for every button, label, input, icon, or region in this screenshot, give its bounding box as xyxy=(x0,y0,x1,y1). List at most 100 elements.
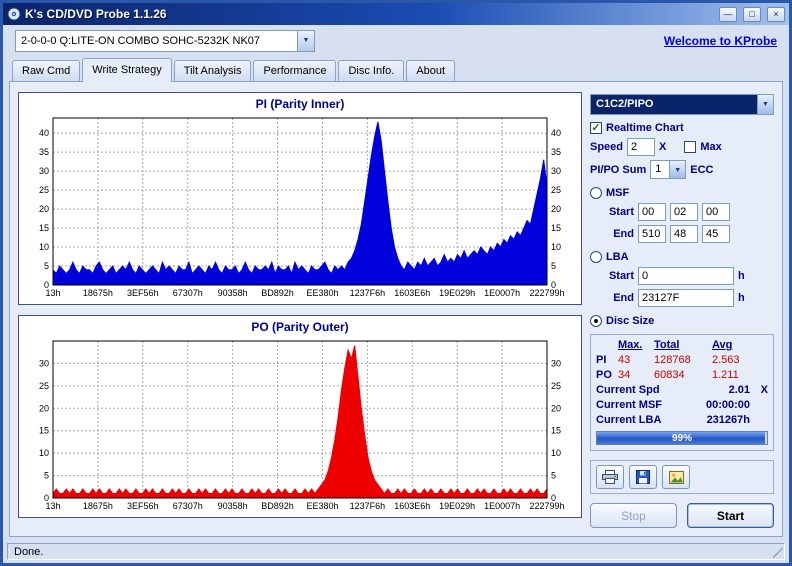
realtime-chart-row: ✓ Realtime Chart xyxy=(590,122,774,134)
run-button-row: Stop Start xyxy=(590,503,774,528)
lba-start-unit: h xyxy=(738,270,745,282)
svg-text:1603E6h: 1603E6h xyxy=(394,288,430,298)
export-image-button[interactable] xyxy=(662,465,690,489)
svg-text:90358h: 90358h xyxy=(218,288,248,298)
chevron-down-icon[interactable]: ▼ xyxy=(669,161,686,178)
save-button[interactable] xyxy=(629,465,657,489)
svg-text:BD892h: BD892h xyxy=(261,501,294,511)
svg-text:3EF56h: 3EF56h xyxy=(127,501,159,511)
svg-text:40: 40 xyxy=(551,128,561,138)
stats-po-avg: 1.211 xyxy=(712,369,739,381)
current-lba-label: Current LBA xyxy=(596,414,662,426)
svg-text:10: 10 xyxy=(39,242,49,252)
speed-input[interactable] xyxy=(627,138,656,156)
tab-tilt-analysis[interactable]: Tilt Analysis xyxy=(173,60,252,81)
svg-text:10: 10 xyxy=(551,242,561,252)
ecc-label: ECC xyxy=(690,163,714,176)
msf-start-frame-input[interactable] xyxy=(702,203,730,221)
progress-bar: 99% xyxy=(596,431,768,445)
chevron-down-icon[interactable]: ▼ xyxy=(297,31,314,51)
title-bar: K's CD/DVD Probe 1.1.26 — □ × xyxy=(3,3,789,25)
status-bar: Done. xyxy=(3,541,789,563)
svg-text:15: 15 xyxy=(39,223,49,233)
current-lba-value: 231267h xyxy=(706,414,750,426)
svg-text:19E029h: 19E029h xyxy=(439,501,475,511)
print-button[interactable] xyxy=(596,465,624,489)
lba-end-label: End xyxy=(613,292,634,304)
realtime-chart-checkbox[interactable]: ✓ xyxy=(590,122,602,134)
max-speed-label[interactable]: Max xyxy=(700,141,721,153)
msf-end-label: End xyxy=(613,228,634,240)
tab-performance[interactable]: Performance xyxy=(253,60,337,81)
msf-start-sec-input[interactable] xyxy=(670,203,698,221)
current-msf-row: Current MSF 00:00:00 xyxy=(596,399,768,411)
tab-disc-info[interactable]: Disc Info. xyxy=(338,60,405,81)
disc-size-radio[interactable] xyxy=(590,315,602,327)
kprobe-welcome-link[interactable]: Welcome to KProbe xyxy=(664,34,777,48)
stats-row-pi-label: PI xyxy=(596,354,607,366)
msf-end-frame-input[interactable] xyxy=(702,225,730,243)
tab-about[interactable]: About xyxy=(406,60,456,81)
lba-label[interactable]: LBA xyxy=(606,251,629,263)
max-speed-checkbox[interactable] xyxy=(684,141,697,153)
msf-end-row: End xyxy=(590,225,774,243)
msf-end-sec-input[interactable] xyxy=(670,225,698,243)
msf-start-min-input[interactable] xyxy=(638,203,666,221)
svg-text:222799h: 222799h xyxy=(529,288,564,298)
lba-end-input[interactable] xyxy=(638,289,734,307)
stats-po-max: 34 xyxy=(618,369,631,381)
maximize-button[interactable]: □ xyxy=(743,6,761,22)
current-msf-value: 00:00:00 xyxy=(705,399,750,411)
msf-radio-row: MSF xyxy=(590,187,774,199)
msf-end-min-input[interactable] xyxy=(638,225,666,243)
lba-start-row: Start h xyxy=(590,267,774,285)
stop-button[interactable]: Stop xyxy=(590,503,677,528)
current-speed-row: Current Spd 2.01 X xyxy=(596,384,768,396)
floppy-icon xyxy=(636,470,650,484)
lba-start-input[interactable] xyxy=(638,267,734,285)
controls-column: C1C2/PIPO ▼ ✓ Realtime Chart Speed X Max… xyxy=(590,92,774,528)
lba-radio-row: LBA xyxy=(590,251,774,263)
svg-text:EE380h: EE380h xyxy=(306,288,338,298)
resize-grip[interactable] xyxy=(773,548,783,558)
svg-text:67307h: 67307h xyxy=(173,501,203,511)
svg-text:67307h: 67307h xyxy=(173,288,203,298)
chevron-down-icon[interactable]: ▼ xyxy=(757,95,773,114)
lba-end-row: End h xyxy=(590,289,774,307)
disc-size-label[interactable]: Disc Size xyxy=(606,315,654,327)
msf-radio[interactable] xyxy=(590,187,602,199)
svg-text:15: 15 xyxy=(39,426,49,436)
start-button[interactable]: Start xyxy=(687,503,774,528)
svg-text:5: 5 xyxy=(551,471,556,481)
svg-text:20: 20 xyxy=(39,204,49,214)
pipo-sum-combo[interactable]: 1 ▼ xyxy=(650,160,687,179)
app-icon xyxy=(7,7,21,21)
msf-start-row: Start xyxy=(590,203,774,221)
tab-write-strategy[interactable]: Write Strategy xyxy=(82,58,172,82)
drive-combo[interactable]: 2-0-0-0 Q:LITE-ON COMBO SOHC-5232K NK07 … xyxy=(15,30,315,52)
svg-text:25: 25 xyxy=(551,381,561,391)
current-speed-unit: X xyxy=(760,384,768,396)
svg-text:EE380h: EE380h xyxy=(306,501,338,511)
svg-text:35: 35 xyxy=(39,147,49,157)
mode-combo-value: C1C2/PIPO xyxy=(591,95,757,114)
lba-radio[interactable] xyxy=(590,251,602,263)
realtime-chart-label[interactable]: Realtime Chart xyxy=(606,122,684,134)
svg-text:1237F6h: 1237F6h xyxy=(350,288,386,298)
svg-text:19E029h: 19E029h xyxy=(439,288,475,298)
stats-header-total: Total xyxy=(654,339,680,351)
close-button[interactable]: × xyxy=(767,6,785,22)
svg-text:25: 25 xyxy=(551,185,561,195)
pi-chart: PI (Parity Inner) 0 0 5 5 10 10 15 15 20 20 25 25 30… xyxy=(18,92,582,305)
mode-combo[interactable]: C1C2/PIPO ▼ xyxy=(590,94,774,115)
tab-raw-cmd[interactable]: Raw Cmd xyxy=(12,60,81,81)
svg-text:5: 5 xyxy=(551,261,556,271)
main-panel: PI (Parity Inner) 0 0 5 5 10 10 15 15 20 20 25 25 30… xyxy=(9,81,783,537)
svg-text:BD892h: BD892h xyxy=(261,288,294,298)
msf-label[interactable]: MSF xyxy=(606,187,629,199)
minimize-button[interactable]: — xyxy=(719,6,737,22)
svg-text:1603E6h: 1603E6h xyxy=(394,501,430,511)
svg-text:13h: 13h xyxy=(45,501,60,511)
stats-pi-max: 43 xyxy=(618,354,631,366)
svg-text:20: 20 xyxy=(551,204,561,214)
